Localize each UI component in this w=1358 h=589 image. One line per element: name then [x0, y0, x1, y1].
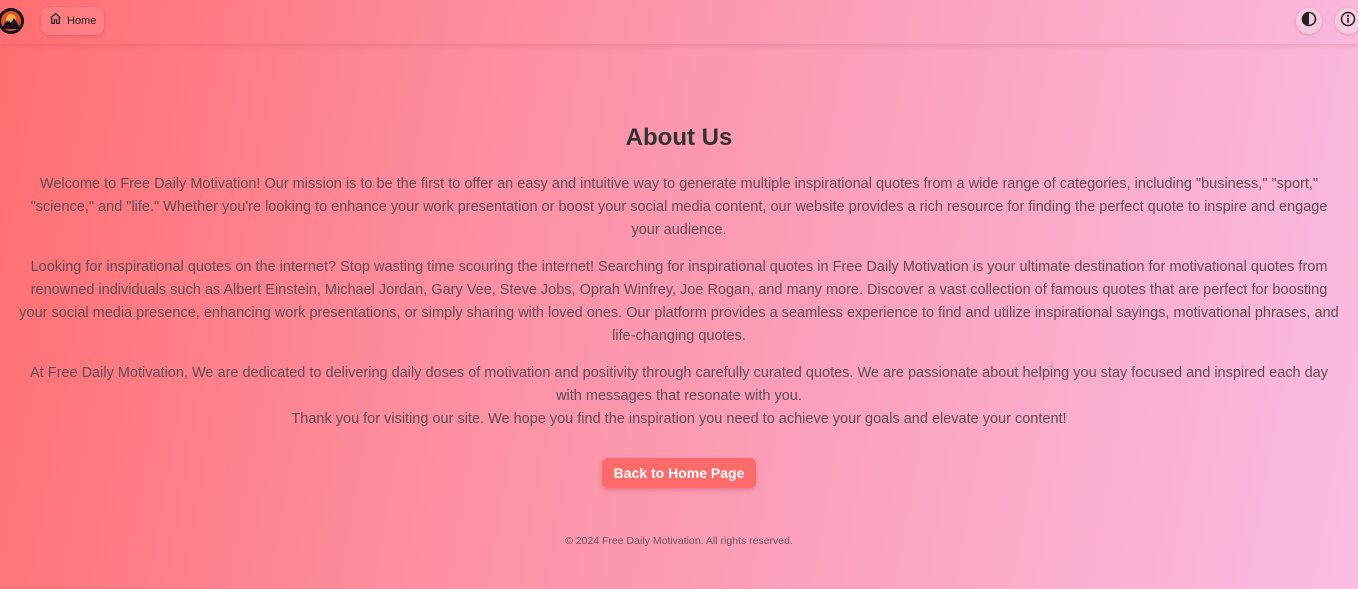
footer-copyright: © 2024 Free Daily Motivation. All rights…	[565, 535, 793, 547]
about-paragraph-4: Thank you for visiting our site. We hope…	[291, 411, 1067, 427]
about-content: About Us Welcome to Free Daily Motivatio…	[16, 122, 1342, 431]
about-paragraph-1: Welcome to Free Daily Motivation! Our mi…	[30, 176, 1328, 238]
home-button-label: Home	[67, 15, 97, 27]
home-button[interactable]: Home	[41, 7, 105, 35]
back-to-home-button[interactable]: Back to Home Page	[602, 458, 756, 488]
contrast-icon	[1301, 11, 1317, 32]
home-icon	[49, 12, 62, 30]
info-button[interactable]	[1335, 8, 1358, 34]
mountain-sunset-logo-icon[interactable]	[0, 8, 24, 34]
about-paragraph-3: At Free Daily Motivation, We are dedicat…	[30, 365, 1328, 404]
top-navbar: Home	[0, 0, 1358, 44]
page-title: About Us	[625, 124, 733, 151]
about-paragraph-2: Looking for inspirational quotes on the …	[19, 259, 1339, 344]
theme-toggle-button[interactable]	[1296, 8, 1322, 34]
info-icon	[1340, 11, 1356, 32]
